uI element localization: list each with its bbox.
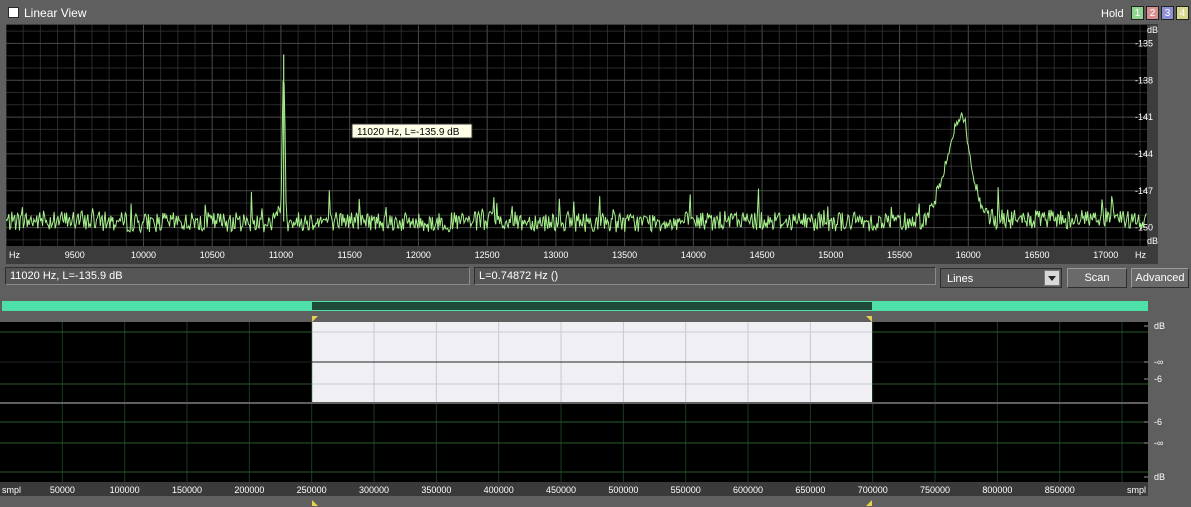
- display-mode-value: Lines: [947, 273, 974, 285]
- sample-tick-label: 250000: [297, 485, 327, 495]
- track-level-label: -∞: [1154, 438, 1163, 448]
- sample-tick-label: 150000: [172, 485, 202, 495]
- window-header: [0, 0, 1191, 24]
- y-unit-label-top: dB: [1147, 25, 1158, 35]
- x-tick-label: 16000: [956, 250, 981, 260]
- display-mode-select[interactable]: Lines: [940, 268, 1062, 288]
- overview-scroll-window[interactable]: [312, 302, 872, 310]
- sample-tick-label: 550000: [671, 485, 701, 495]
- sample-tick-label: 700000: [858, 485, 888, 495]
- track-level-label: dB: [1154, 321, 1165, 331]
- hold-button-1[interactable]: 1: [1131, 6, 1144, 20]
- sample-tick-label: 500000: [608, 485, 638, 495]
- sample-tick-label: 450000: [546, 485, 576, 495]
- track-level-label: -6: [1154, 374, 1162, 384]
- hold-button-2[interactable]: 2: [1146, 6, 1159, 20]
- x-tick-label: 16500: [1025, 250, 1050, 260]
- x-tick-label: 12500: [475, 250, 500, 260]
- sample-tick-label: 200000: [234, 485, 264, 495]
- resolution-field: L=0.74872 Hz (): [474, 267, 936, 285]
- sample-unit-label-right: smpl: [1127, 485, 1146, 495]
- spectrum-plot[interactable]: 9500 10000 10500 11000 11500 12000 12500 13000 1…: [6, 24, 1158, 264]
- x-tick-label: 13000: [543, 250, 568, 260]
- x-unit-label: Hz: [9, 250, 20, 260]
- advanced-button[interactable]: Advanced: [1131, 268, 1189, 288]
- hold-label: Hold: [1101, 8, 1124, 20]
- x-tick-label: 11500: [337, 250, 361, 260]
- chevron-down-icon[interactable]: [1044, 270, 1060, 286]
- hold-button-4[interactable]: 4: [1176, 6, 1189, 20]
- sample-tick-label: 400000: [484, 485, 514, 495]
- peak-tooltip-text: 11020 Hz, L=-135.9 dB: [357, 127, 460, 138]
- sample-tick-label: 100000: [110, 485, 140, 495]
- window-checkbox[interactable]: [8, 7, 19, 18]
- sample-tick-label: 850000: [1045, 485, 1075, 495]
- y-tick-label: -138: [1135, 75, 1153, 85]
- hold-button-3[interactable]: 3: [1161, 6, 1174, 20]
- x-tick-label: 13500: [612, 250, 637, 260]
- x-tick-label: 11000: [269, 250, 293, 260]
- sample-tick-label: 600000: [733, 485, 763, 495]
- sample-tick-label: 750000: [920, 485, 950, 495]
- x-tick-label: 10500: [200, 250, 225, 260]
- x-tick-label: 14500: [750, 250, 775, 260]
- sample-tick-label: 350000: [421, 485, 451, 495]
- y-tick-label: -147: [1135, 186, 1153, 196]
- x-tick-label: 17000: [1093, 250, 1118, 260]
- cursor-readout-field: 11020 Hz, L=-135.9 dB: [5, 267, 470, 285]
- track-level-label: dB: [1154, 472, 1165, 482]
- sample-tick-label: 650000: [795, 485, 825, 495]
- waveform-track-1[interactable]: [0, 322, 1148, 402]
- track-level-label: -6: [1154, 417, 1162, 427]
- sample-tick-label: 50000: [50, 485, 75, 495]
- y-tick-label: -144: [1135, 149, 1153, 159]
- sample-tick-label: 800000: [982, 485, 1012, 495]
- track-level-label: -∞: [1154, 357, 1163, 367]
- x-tick-label: 14000: [681, 250, 706, 260]
- y-tick-label: -141: [1135, 112, 1153, 122]
- spectrum-plot-area: [6, 25, 1147, 246]
- x-unit-label-right: Hz: [1135, 250, 1146, 260]
- sample-unit-label: smpl: [2, 485, 21, 495]
- y-unit-label-bottom: dB: [1147, 236, 1158, 246]
- x-tick-label: 9500: [65, 250, 85, 260]
- x-tick-label: 15000: [818, 250, 843, 260]
- sample-tick-label: 300000: [359, 485, 389, 495]
- x-tick-label: 12000: [406, 250, 431, 260]
- waveform-track-2[interactable]: [0, 404, 1148, 482]
- y-tick-label: -135: [1135, 38, 1153, 48]
- scan-button[interactable]: Scan: [1067, 268, 1127, 288]
- x-tick-label: 15500: [887, 250, 912, 260]
- x-tick-label: 10000: [131, 250, 156, 260]
- window-title: Linear View: [24, 6, 87, 20]
- waveform-overview[interactable]: dB -∞ -6 -6 -∞ dB 50000 100000 150000 200000 25000…: [0, 292, 1191, 507]
